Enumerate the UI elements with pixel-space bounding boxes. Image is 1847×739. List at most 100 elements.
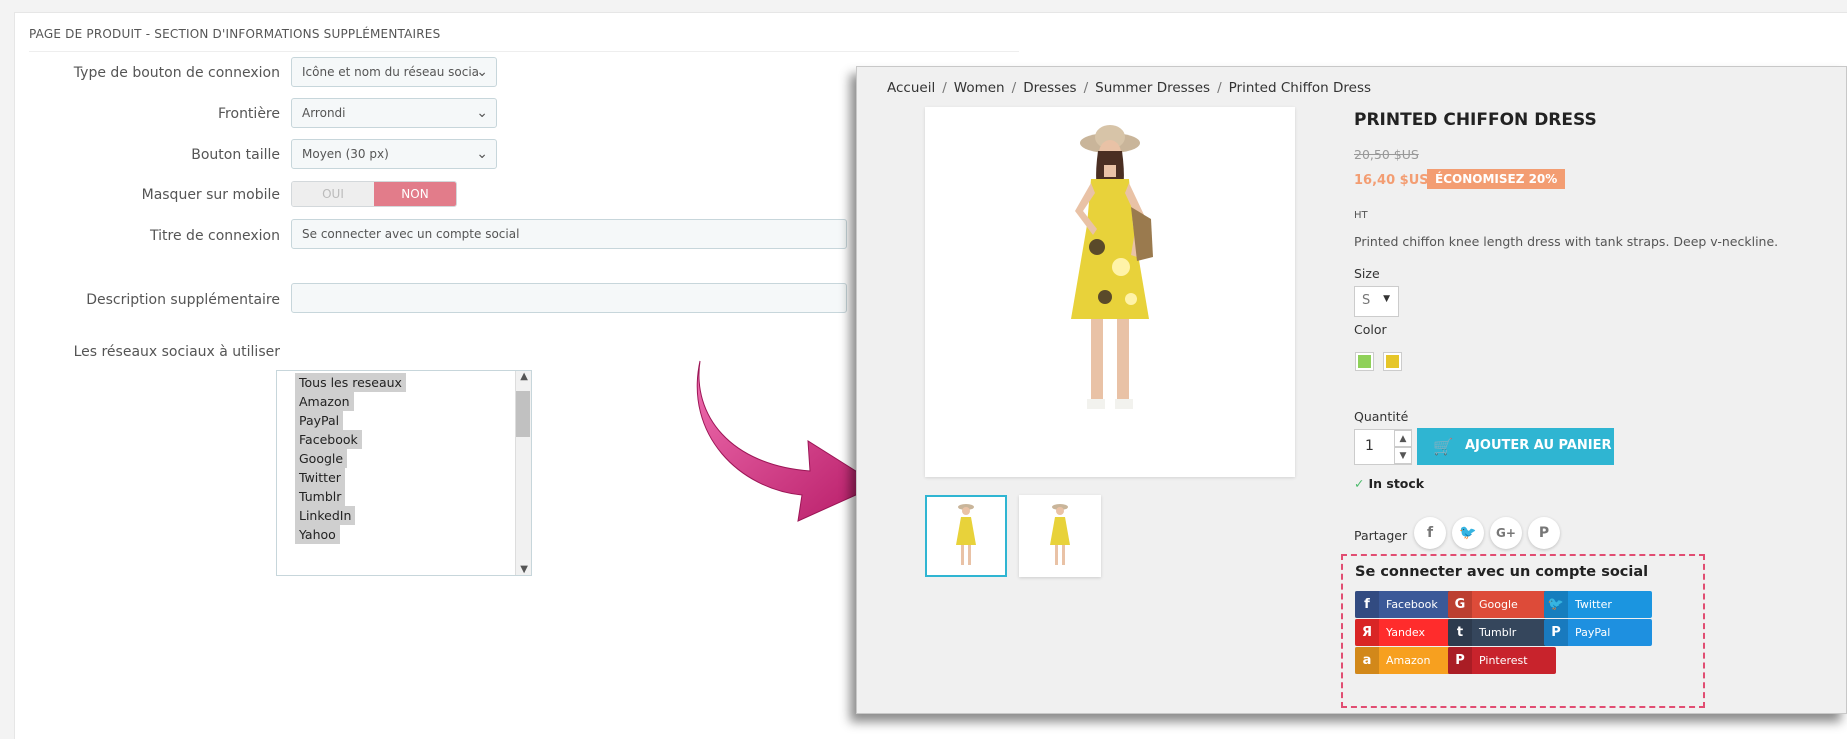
social-button-label: Yandex [1386,626,1425,639]
amazon-login-button[interactable]: a Amazon [1355,647,1463,674]
social-button-label: Amazon [1386,654,1431,667]
yandex-icon: Я [1355,619,1379,646]
quantity-label: Quantité [1354,409,1409,424]
chevron-down-icon: ⌄ [476,64,488,80]
pinterest-login-button[interactable]: P Pinterest [1448,647,1556,674]
extra-description-input[interactable] [291,283,847,313]
size-value: S [1362,293,1371,308]
network-option-label: LinkedIn [295,506,356,525]
network-option[interactable]: Amazon [295,392,531,411]
breadcrumb-link[interactable]: Dresses [1023,80,1076,96]
network-option[interactable]: Facebook [295,430,531,449]
product-thumbnail-1[interactable] [925,495,1007,577]
regular-price: 20,50 $US [1354,147,1419,162]
google-login-button[interactable]: G Google [1448,591,1556,618]
dress-model-image [1071,125,1153,409]
social-button-label: Pinterest [1479,654,1528,667]
facebook-share-icon[interactable]: f [1414,517,1446,549]
scroll-up-icon[interactable]: ▲ [520,371,528,382]
network-option[interactable]: Yahoo [295,525,531,544]
color-swatch-yellow[interactable] [1383,352,1402,371]
network-option[interactable]: PayPal [295,411,531,430]
breadcrumb-link[interactable]: Accueil [887,80,935,96]
button-type-select[interactable]: Icône et nom du réseau socia ⌄ [291,57,497,87]
border-select[interactable]: Arrondi ⌄ [291,98,497,128]
network-option-label: Twitter [295,468,345,487]
pinterest-icon: P [1448,647,1472,674]
button-type-label: Type de bouton de connexion [73,65,280,81]
network-option[interactable]: LinkedIn [295,506,531,525]
social-login-box: Se connecter avec un compte social f Face… [1341,554,1705,708]
breadcrumb-separator: / [942,80,947,96]
yandex-login-button[interactable]: Я Yandex [1355,619,1463,646]
button-size-value: Moyen (30 px) [302,147,389,161]
network-option-label: Amazon [295,392,354,411]
chevron-down-icon: ⌄ [476,146,488,162]
color-swatch-green[interactable] [1355,352,1374,371]
tumblr-icon: t [1448,619,1472,646]
size-select[interactable]: S ▼ [1354,286,1399,317]
quantity-value: 1 [1365,438,1374,454]
twitter-share-icon[interactable]: 🐦 [1452,517,1484,549]
network-option[interactable]: Twitter [295,468,531,487]
quantity-decrease-icon[interactable]: ▼ [1394,447,1412,464]
paypal-icon: P [1544,619,1568,646]
border-label: Frontière [218,106,280,122]
pinterest-share-icon[interactable]: P [1528,517,1560,549]
hide-mobile-toggle[interactable]: OUI NON [291,181,457,207]
amazon-icon: a [1355,647,1379,674]
tumblr-login-button[interactable]: t Tumblr [1448,619,1556,646]
pink-arrow-icon [696,360,880,522]
toggle-option-no[interactable]: NON [374,182,456,206]
breadcrumb-link[interactable]: Printed Chiffon Dress [1229,80,1371,96]
hide-mobile-label: Masquer sur mobile [141,187,280,203]
google-plus-share-icon[interactable]: G+ [1490,517,1522,549]
network-option[interactable]: Tous les reseaux [295,373,531,392]
discount-badge: ÉCONOMISEZ 20% [1427,169,1566,189]
scroll-down-icon[interactable]: ▼ [520,564,528,575]
breadcrumb-link[interactable]: Women [954,80,1005,96]
thumbnail-dress-image [1050,504,1070,565]
paypal-login-button[interactable]: P PayPal [1544,619,1652,646]
google-icon: G [1448,591,1472,618]
quantity-increase-icon[interactable]: ▲ [1394,430,1412,447]
share-label: Partager [1354,528,1408,543]
tax-label: HT [1354,210,1368,221]
product-description: Printed chiffon knee length dress with t… [1354,234,1779,249]
button-type-value: Icône et nom du réseau socia [302,65,480,79]
twitter-icon: 🐦 [1544,591,1568,618]
social-button-label: Google [1479,598,1518,611]
login-title-label: Titre de connexion [150,228,280,244]
section-divider [29,51,1019,52]
size-label: Size [1354,266,1380,281]
network-option-label: Yahoo [295,525,340,544]
network-option-label: Google [295,449,348,468]
social-networks-listbox[interactable]: Tous les reseaux Amazon PayPal Facebook Goog… [276,370,532,576]
breadcrumb-link[interactable]: Summer Dresses [1095,80,1210,96]
scrollbar-thumb[interactable] [516,391,530,437]
stock-status: ✓ In stock [1354,476,1424,491]
product-main-image[interactable] [925,107,1295,477]
login-title-input[interactable]: Se connecter avec un compte social [291,219,847,249]
facebook-login-button[interactable]: f Facebook [1355,591,1463,618]
extra-description-label: Description supplémentaire [86,292,280,308]
chevron-down-icon: ⌄ [476,105,488,121]
social-networks-label: Les réseaux sociaux à utiliser [73,344,280,360]
network-option-label: Tous les reseaux [295,373,406,392]
product-thumbnail-2[interactable] [1019,495,1101,577]
network-option-label: Facebook [295,430,362,449]
add-to-cart-button[interactable]: 🛒 AJOUTER AU PANIER [1417,428,1614,465]
button-size-select[interactable]: Moyen (30 px) ⌄ [291,139,497,169]
listbox-scrollbar[interactable]: ▲ ▼ [515,371,531,575]
breadcrumb-separator: / [1217,80,1222,96]
facebook-icon: f [1355,591,1379,618]
network-option[interactable]: Google [295,449,531,468]
twitter-login-button[interactable]: 🐦 Twitter [1544,591,1652,618]
toggle-option-yes[interactable]: OUI [292,182,374,206]
breadcrumb: Accueil / Women / Dresses / Summer Dresses / Pri… [887,80,1371,96]
network-option[interactable]: Tumblr [295,487,531,506]
border-value: Arrondi [302,106,346,120]
caret-down-icon: ▼ [1383,294,1390,304]
cart-icon: 🛒 [1433,437,1453,456]
color-label: Color [1354,322,1387,337]
